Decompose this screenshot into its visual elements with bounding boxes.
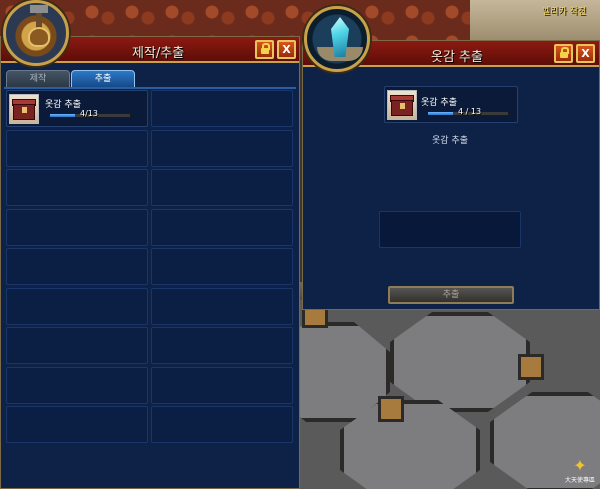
recipe-slot-empty[interactable] <box>6 248 148 285</box>
credit-badge: ✦ 大天使專區 <box>564 457 596 485</box>
recipe-slot-empty[interactable] <box>151 366 293 404</box>
extract-item-name: 옷감 추출 <box>421 98 457 108</box>
extract-button[interactable]: 추출 <box>388 286 514 304</box>
tab-underline <box>4 87 296 89</box>
extract-emblem <box>304 6 370 72</box>
credit-text: 大天使專區 <box>564 477 595 484</box>
extract-progress-fill <box>428 112 453 115</box>
extract-window: 옷감 추출 X <box>302 40 600 310</box>
recipe-slot-empty[interactable] <box>6 366 148 404</box>
recipe-slot-empty[interactable] <box>151 406 293 443</box>
recipe-slot-empty[interactable] <box>6 169 148 206</box>
chest-icon <box>9 94 39 124</box>
recipe-slot-empty[interactable] <box>6 287 148 325</box>
zone-label: 벨리카 작전 <box>542 7 587 17</box>
hammer-icon <box>30 5 48 29</box>
close-icon: X <box>282 43 291 56</box>
recipe-slot-empty[interactable] <box>151 129 293 167</box>
floor-inlay <box>518 354 544 380</box>
recipe-slot-empty[interactable] <box>6 129 148 167</box>
recipe-slot-empty[interactable] <box>6 208 148 246</box>
tab-craft[interactable]: 제작 <box>6 70 70 88</box>
recipe-slot-empty[interactable] <box>151 327 293 364</box>
extract-lock-button[interactable] <box>554 44 573 63</box>
extract-item-slot[interactable]: 옷감 추출 4 / 13 <box>384 86 518 123</box>
floor-inlay <box>378 396 404 422</box>
wings-icon: ✦ <box>573 456 587 475</box>
tab-extract[interactable]: 추출 <box>71 70 135 88</box>
close-icon: X <box>581 47 590 60</box>
recipe-slot-empty[interactable] <box>6 327 148 364</box>
recipe-name: 옷감 추출 <box>45 100 81 110</box>
lock-icon <box>261 43 270 54</box>
recipe-slot-empty[interactable] <box>151 169 293 206</box>
recipe-slot-empty[interactable] <box>6 406 148 443</box>
chest-icon <box>387 90 417 120</box>
extract-progress-text: 4 / 13 <box>458 107 482 116</box>
extract-progress-bar: 4 / 13 <box>427 107 509 116</box>
floor-tile <box>390 312 530 412</box>
recipe-progress-text: 4/13 <box>80 109 98 118</box>
crafting-window-title: 제작/추출 <box>132 46 185 61</box>
lock-icon <box>560 47 569 58</box>
recipe-slot-empty[interactable] <box>151 287 293 325</box>
lock-button[interactable] <box>255 40 274 59</box>
recipe-progress-bar: 4/13 <box>49 109 131 118</box>
background-floor <box>300 300 600 489</box>
recipe-slot-cloth-extract[interactable]: 옷감 추출 4/13 <box>6 90 148 127</box>
close-button[interactable]: X <box>277 40 296 59</box>
recipe-slot-empty[interactable] <box>151 208 293 246</box>
recipe-progress-fill <box>50 114 75 117</box>
extract-window-title: 옷감 추출 <box>431 50 483 65</box>
lion-head-icon <box>28 27 50 47</box>
recipe-slot-empty[interactable] <box>151 90 293 127</box>
crafting-emblem <box>3 0 69 66</box>
recipe-slot-empty[interactable] <box>151 248 293 285</box>
extract-close-button[interactable]: X <box>576 44 595 63</box>
extract-label: 옷감 추출 <box>432 136 468 146</box>
result-slot[interactable] <box>379 211 521 248</box>
